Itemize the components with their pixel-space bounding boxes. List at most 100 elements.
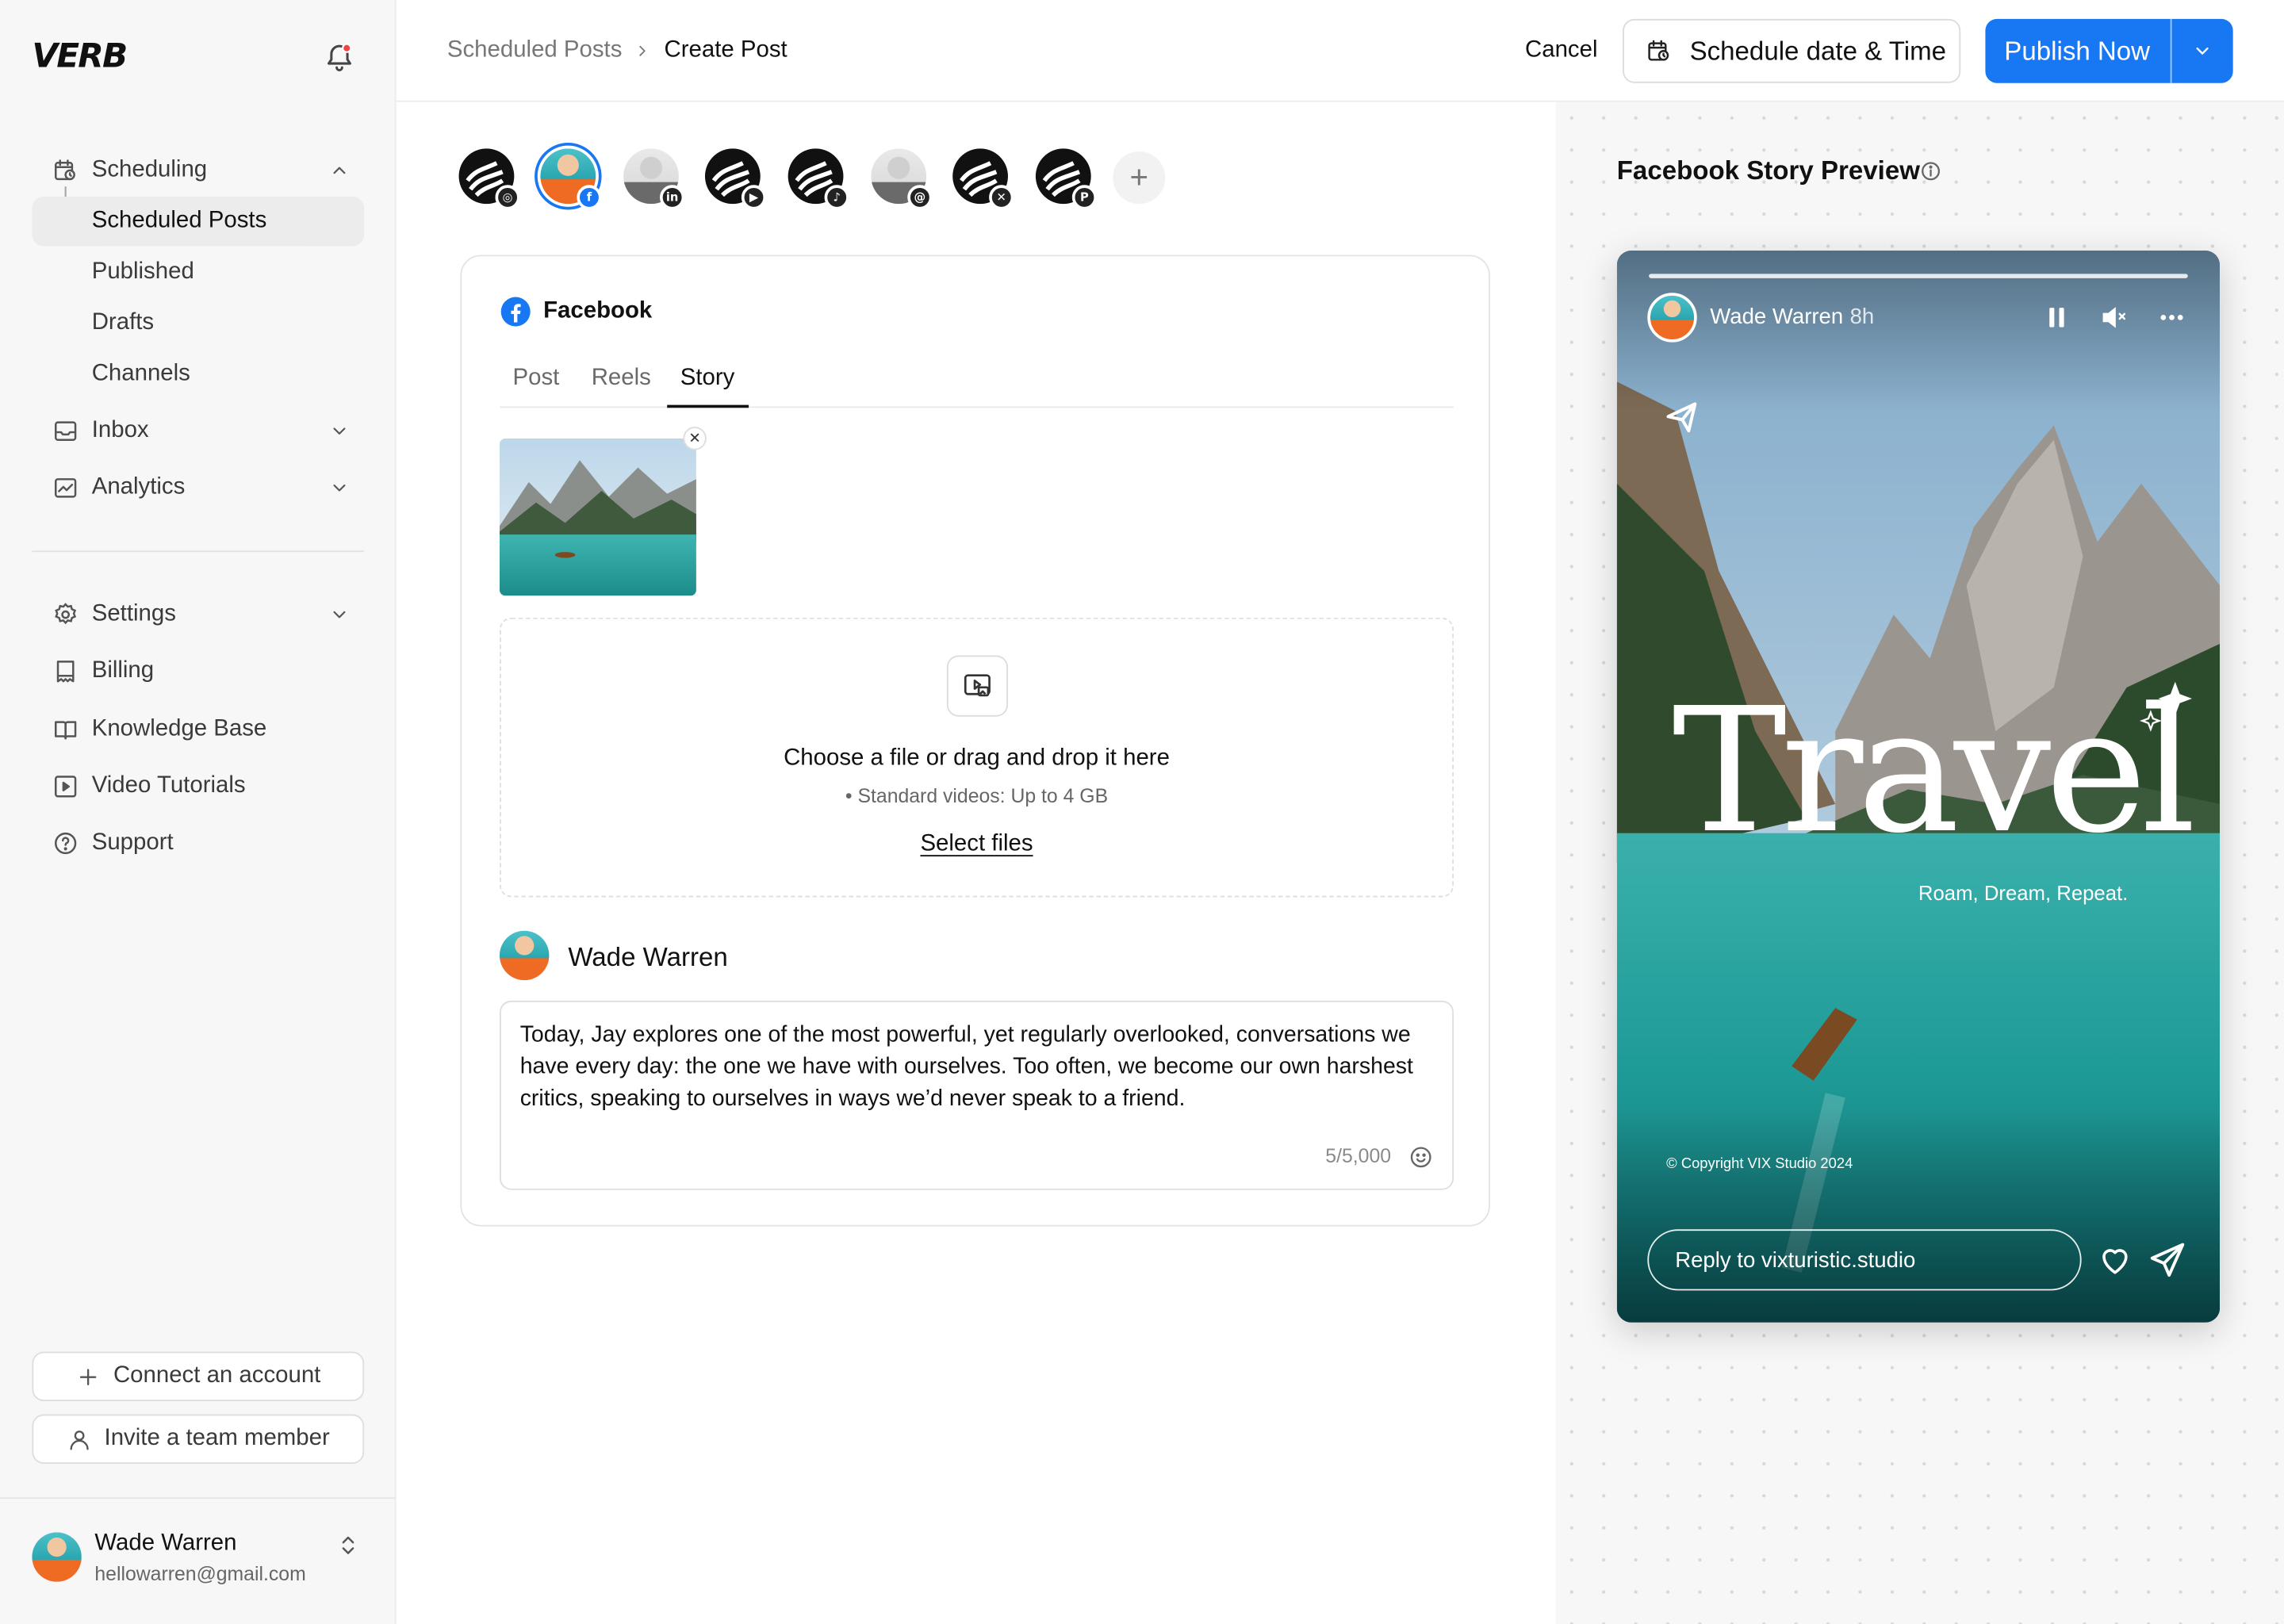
sparkle-icon — [2139, 681, 2192, 732]
publish-now-label: Publish Now — [2004, 36, 2151, 65]
nav-analytics[interactable]: Analytics — [32, 463, 364, 512]
sidebar-item-channels[interactable]: Channels — [32, 350, 364, 399]
connect-account-button[interactable]: Connect an account — [32, 1351, 365, 1402]
nav-video-tutorials[interactable]: Video Tutorials — [32, 762, 364, 811]
post-type-tabs: Post Reels Story — [499, 360, 1454, 408]
avatar — [32, 1532, 82, 1582]
help-circle-icon — [55, 832, 77, 855]
channel-facebook[interactable]: f — [535, 143, 602, 210]
plus-icon — [79, 1368, 97, 1385]
post-text-input[interactable]: Today, Jay explores one of the most powe… — [499, 1000, 1454, 1190]
tab-story[interactable]: Story — [680, 366, 735, 392]
sidebar-item-drafts[interactable]: Drafts — [32, 299, 364, 348]
story-tagline: Roam, Dream, Repeat. — [1918, 881, 2129, 905]
tiktok-icon: ♪ — [824, 185, 849, 210]
send-icon[interactable] — [2147, 1239, 2187, 1280]
media-thumbnail[interactable] — [499, 438, 696, 596]
chevron-right-icon — [639, 45, 646, 56]
dropzone-hint-text: Standard videos: Up to 4 GB — [857, 785, 1109, 807]
post-text: Today, Jay explores one of the most powe… — [519, 1022, 1413, 1112]
book-icon — [55, 721, 77, 740]
publish-now-button[interactable]: Publish Now — [1985, 18, 2233, 83]
invite-team-member-label: Invite a team member — [104, 1426, 330, 1451]
pinterest-icon: P — [1071, 185, 1098, 210]
chevron-down-icon[interactable] — [329, 477, 350, 498]
story-author: Wade Warren — [1710, 304, 1844, 330]
sidebar-divider — [32, 550, 365, 553]
chevron-down-icon[interactable] — [329, 421, 350, 442]
network-title: Facebook — [543, 298, 653, 324]
receipt-icon — [56, 661, 75, 683]
add-channel-button[interactable]: + — [1113, 151, 1166, 205]
info-icon[interactable] — [1920, 160, 1942, 182]
user-icon — [69, 1430, 88, 1450]
profile-name: Wade Warren — [94, 1530, 237, 1556]
account-switcher[interactable]: Wade Warren hellowarren@gmail.com — [0, 1497, 397, 1624]
nav-support-label: Support — [91, 829, 174, 856]
select-files-link[interactable]: Select files — [501, 832, 1452, 858]
more-options-icon[interactable] — [2156, 303, 2187, 332]
profile-email: hellowarren@gmail.com — [94, 1562, 306, 1585]
nav-support[interactable]: Support — [32, 818, 364, 868]
top-bar: Scheduled Posts Create Post Cancel Sched… — [396, 0, 2284, 102]
story-headline: Travel — [1672, 669, 2197, 871]
channel-threads[interactable]: @ — [871, 148, 933, 210]
facebook-icon: f — [577, 185, 602, 210]
chevron-up-icon[interactable] — [329, 160, 350, 181]
youtube-icon: ▶ — [741, 185, 767, 210]
nav-video-tutorials-label: Video Tutorials — [91, 773, 246, 799]
nav-scheduling[interactable]: Scheduling — [32, 146, 364, 195]
threads-icon: @ — [907, 185, 933, 210]
cancel-button[interactable]: Cancel — [1525, 38, 1597, 64]
character-counter: 5/5,000 — [1325, 1145, 1391, 1167]
post-editor-card: Facebook Post Reels Story ✕ Choose a fil… — [460, 255, 1490, 1227]
sidebar-item-scheduled-posts[interactable]: Scheduled Posts — [32, 196, 365, 247]
channel-youtube[interactable]: ▶ — [704, 148, 767, 210]
channel-x[interactable]: ✕ — [952, 148, 1014, 210]
chevron-up-down-icon[interactable] — [336, 1532, 359, 1558]
calendar-clock-icon — [1648, 40, 1669, 61]
counter-used: 5 — [1325, 1144, 1337, 1167]
calendar-clock-icon — [55, 159, 75, 181]
nav-inbox-label: Inbox — [91, 418, 149, 443]
nav-billing[interactable]: Billing — [32, 647, 364, 696]
remove-media-button[interactable]: ✕ — [683, 427, 707, 450]
breadcrumb-scheduled-posts[interactable]: Scheduled Posts — [447, 38, 623, 64]
dropzone-title: Choose a file or drag and drop it here — [784, 745, 1170, 771]
pause-icon[interactable] — [2041, 303, 2072, 332]
sidebar-item-published[interactable]: Published — [32, 247, 364, 297]
facebook-logo-icon — [500, 297, 531, 327]
inbox-icon — [55, 421, 77, 441]
story-timestamp: 8h — [1849, 304, 1875, 330]
mute-icon[interactable] — [2098, 303, 2129, 332]
file-dropzone[interactable]: Choose a file or drag and drop it here •… — [499, 617, 1454, 898]
nav-settings[interactable]: Settings — [32, 590, 364, 639]
schedule-label: Schedule date & Time — [1689, 36, 1947, 65]
heart-icon[interactable] — [2094, 1241, 2135, 1279]
channel-pinterest[interactable]: P — [1035, 148, 1098, 210]
channel-instagram[interactable]: ◎ — [458, 148, 520, 210]
nav-knowledge-base[interactable]: Knowledge Base — [32, 705, 364, 754]
author-name: Wade Warren — [568, 942, 728, 972]
active-tab-indicator — [667, 404, 749, 408]
notification-bell-icon[interactable] — [324, 40, 355, 72]
chevron-down-icon[interactable] — [2190, 40, 2213, 61]
upload-media-icon — [946, 655, 1008, 717]
avatar — [1647, 293, 1697, 343]
nav-inbox[interactable]: Inbox — [32, 406, 364, 455]
tab-reels[interactable]: Reels — [592, 366, 651, 392]
avatar — [499, 930, 550, 981]
nav-billing-label: Billing — [91, 658, 155, 684]
story-reply-input[interactable]: Reply to vixturistic.studio — [1647, 1229, 2082, 1291]
chevron-down-icon[interactable] — [329, 604, 350, 625]
tab-post[interactable]: Post — [513, 366, 560, 392]
channel-tiktok[interactable]: ♪ — [788, 148, 849, 210]
app-logo[interactable]: VERB — [32, 38, 128, 76]
story-preview: Wade Warren 8h Travel Roam, Dream, Repea… — [1616, 250, 2221, 1323]
story-copyright: © Copyright VIX Studio 2024 — [1666, 1156, 1853, 1173]
connect-account-label: Connect an account — [113, 1363, 321, 1388]
invite-team-member-button[interactable]: Invite a team member — [32, 1414, 365, 1464]
channel-linkedin[interactable]: in — [623, 148, 685, 210]
emoji-icon[interactable] — [1408, 1145, 1433, 1170]
schedule-button[interactable]: Schedule date & Time — [1623, 18, 1961, 83]
